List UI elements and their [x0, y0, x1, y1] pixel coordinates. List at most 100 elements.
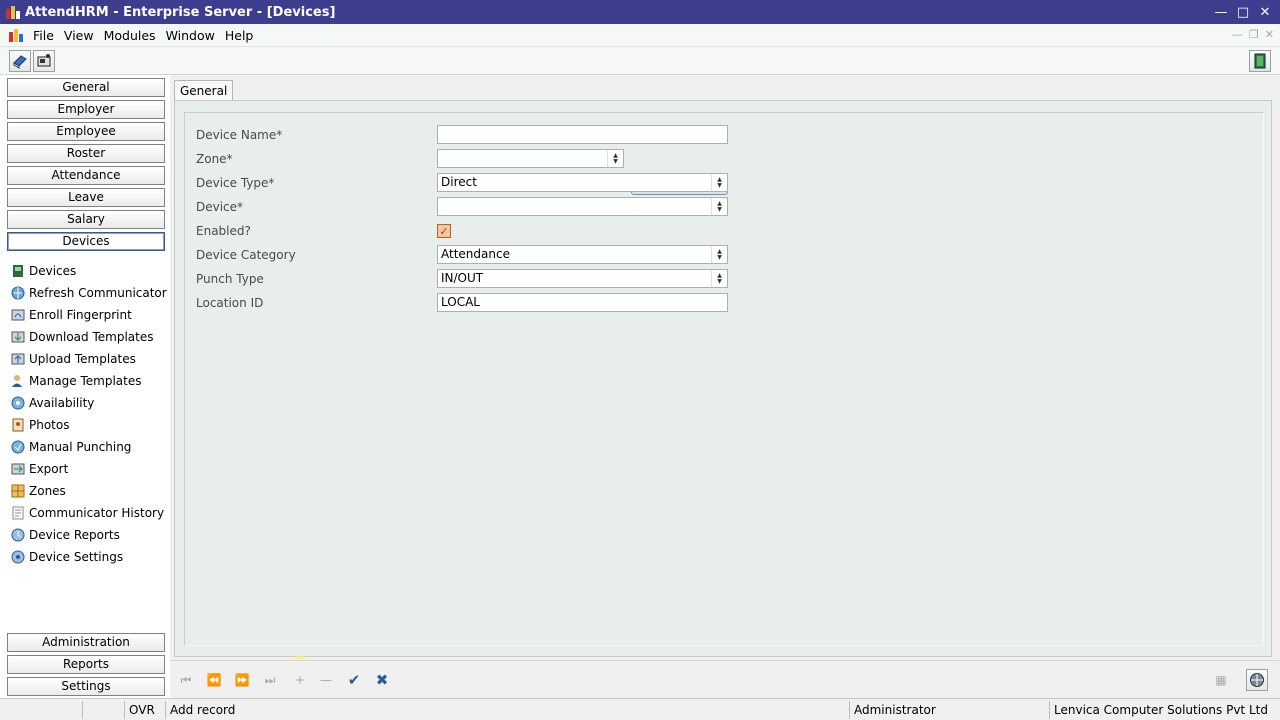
sidebar-item-devices[interactable]: Devices [10, 261, 76, 281]
app-logo-icon [6, 6, 20, 19]
history-icon [10, 506, 25, 521]
sidebar-item-device-settings[interactable]: Device Settings [10, 547, 123, 567]
device-name-input[interactable] [437, 125, 728, 144]
status-blank-cell [82, 701, 116, 719]
post-record-icon[interactable]: ✔ [344, 671, 364, 689]
sidebar-item-manage-templates[interactable]: Manage Templates [10, 371, 142, 391]
toolbar-exit-button[interactable] [1249, 50, 1271, 72]
sidebar-item-availability[interactable]: Availability [10, 393, 94, 413]
enabled-checkbox[interactable]: ✓ [437, 224, 451, 238]
spin-arrows-icon[interactable]: ▲ ▼ [711, 246, 727, 263]
menu-file[interactable]: File [28, 24, 59, 47]
nav-administration[interactable]: Administration [7, 633, 165, 652]
mdi-restore-button[interactable]: ❐ [1249, 28, 1259, 41]
punch-type-value: IN/OUT [441, 271, 484, 285]
toolbar-book-button[interactable] [9, 50, 31, 72]
tab-general[interactable]: General [174, 80, 234, 101]
device-select[interactable]: ▲ ▼ [437, 197, 728, 216]
sidebar-item-label: Enroll Fingerprint [29, 308, 132, 322]
device-category-label: Device Category [196, 248, 296, 262]
punch-type-select[interactable]: IN/OUT ▲ ▼ [437, 269, 728, 288]
toolbar-device-button[interactable] [33, 50, 55, 72]
nav-roster[interactable]: Roster [7, 144, 165, 163]
sidebar-item-label: Manual Punching [29, 440, 132, 454]
nav-salary[interactable]: Salary [7, 210, 165, 229]
device-type-select[interactable]: Direct ▲ ▼ [437, 173, 728, 192]
exit-door-icon [1254, 53, 1266, 69]
prev-record-icon[interactable]: ⏪ [204, 671, 224, 689]
status-company: Lenvica Computer Solutions Pvt Ltd [1049, 701, 1268, 719]
download-icon [10, 330, 25, 345]
menu-view[interactable]: View [59, 24, 99, 47]
spin-arrows-icon[interactable]: ▲ ▼ [607, 150, 623, 167]
fingerprint-icon [10, 308, 25, 323]
upload-icon [10, 352, 25, 367]
sidebar-item-photos[interactable]: Photos [10, 415, 69, 435]
nav-attendance[interactable]: Attendance [7, 166, 165, 185]
status-user: Administrator [849, 701, 936, 719]
nav-leave[interactable]: Leave [7, 188, 165, 207]
nav-settings[interactable]: Settings [7, 677, 165, 696]
sidebar-item-label: Export [29, 462, 69, 476]
sidebar-item-manual-punching[interactable]: Manual Punching [10, 437, 131, 457]
sidebar-item-label: Download Templates [29, 330, 154, 344]
device-name-label: Device Name* [196, 128, 283, 142]
menu-help[interactable]: Help [220, 24, 259, 47]
sidebar-item-label: Photos [29, 418, 70, 432]
sidebar-item-label: Device Settings [29, 550, 124, 564]
app-menu-icon[interactable] [8, 27, 24, 43]
sidebar-item-download-templates[interactable]: Download Templates [10, 327, 153, 347]
sidebar-item-refresh-communicator[interactable]: Refresh Communicator [10, 283, 167, 303]
menu-modules[interactable]: Modules [99, 24, 161, 47]
minimize-button[interactable]: — [1212, 3, 1230, 21]
sidebar-item-upload-templates[interactable]: Upload Templates [10, 349, 136, 369]
maximize-button[interactable]: □ [1234, 3, 1252, 21]
globe-refresh-icon [1250, 673, 1264, 687]
zone-label: Zone* [196, 152, 233, 166]
last-record-icon[interactable]: ⏭ [260, 671, 280, 689]
device-type-label: Device Type* [196, 176, 275, 190]
spin-arrows-icon[interactable]: ▲ ▼ [711, 270, 727, 287]
sidebar-item-communicator-history[interactable]: Communicator History [10, 503, 164, 523]
form-panel: Device Name* Zone* ▲▼ Add New Zone Devic… [174, 100, 1272, 657]
status-action: Add record [165, 701, 235, 719]
cancel-record-icon[interactable]: ✖ [372, 671, 392, 689]
close-button[interactable]: ✕ [1256, 3, 1274, 21]
menu-window[interactable]: Window [161, 24, 220, 47]
sidebar-item-label: Refresh Communicator [29, 286, 167, 300]
record-navigator: ⏮ ⏪ ⏩ ⏭ + — ✔ ✖ ▦ [170, 660, 1280, 698]
next-record-icon[interactable]: ⏩ [232, 671, 252, 689]
sidebar-item-enroll-fingerprint[interactable]: Enroll Fingerprint [10, 305, 132, 325]
sidebar-item-zones[interactable]: Zones [10, 481, 66, 501]
mdi-close-button[interactable]: ✕ [1265, 28, 1274, 41]
nav-devices[interactable]: Devices [7, 232, 165, 251]
device-category-value: Attendance [441, 247, 510, 261]
nav-reports[interactable]: Reports [7, 655, 165, 674]
nav-general[interactable]: General [7, 78, 165, 97]
spin-arrows-icon[interactable]: ▲ ▼ [711, 198, 727, 215]
refresh-globe-button[interactable] [1246, 669, 1268, 691]
enabled-label: Enabled? [196, 224, 251, 238]
location-id-label: Location ID [196, 296, 264, 310]
location-id-input[interactable]: LOCAL [437, 293, 728, 312]
sidebar-item-export[interactable]: Export [10, 459, 68, 479]
first-record-icon[interactable]: ⏮ [176, 671, 196, 689]
status-mode: OVR [124, 701, 155, 719]
sidebar-item-label: Devices [29, 264, 77, 278]
nav-employee[interactable]: Employee [7, 122, 165, 141]
spin-arrows-icon[interactable]: ▲ ▼ [711, 174, 727, 191]
sidebar-item-device-reports[interactable]: Device Reports [10, 525, 120, 545]
device-machine-icon [37, 54, 51, 67]
delete-record-icon[interactable]: — [316, 671, 336, 689]
photo-icon [10, 418, 25, 433]
grid-view-icon[interactable]: ▦ [1211, 671, 1231, 689]
mdi-minimize-button[interactable]: — [1232, 28, 1243, 41]
insert-record-icon[interactable]: + [290, 671, 310, 689]
nav-employer[interactable]: Employer [7, 100, 165, 119]
report-icon [10, 528, 25, 543]
device-category-select[interactable]: Attendance ▲ ▼ [437, 245, 728, 264]
sidebar-item-label: Zones [29, 484, 66, 498]
globe-icon [10, 396, 25, 411]
zone-select[interactable]: ▲ ▼ [437, 149, 624, 168]
device-icon [10, 264, 25, 279]
